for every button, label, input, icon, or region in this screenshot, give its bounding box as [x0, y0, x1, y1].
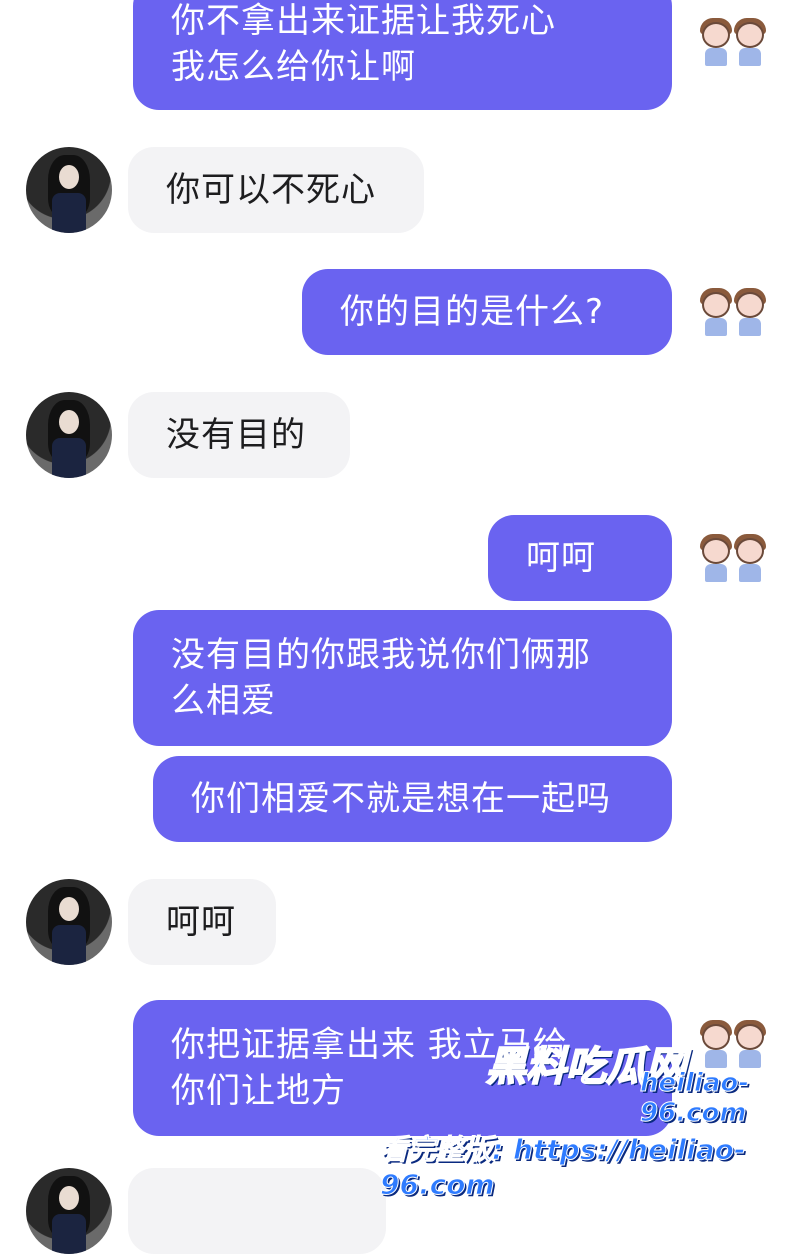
message-bubble-outgoing[interactable]: 没有目的你跟我说你们俩那 么相爱	[133, 610, 672, 746]
message-bubble-outgoing[interactable]: 呵呵	[488, 515, 672, 601]
self-avatar-icon[interactable]	[696, 270, 772, 346]
chat-view: 你不拿出来证据让我死心 我怎么给你让啊 你可以不死心 你的目的是什么? 没有目的…	[0, 0, 800, 1254]
friend-avatar-icon[interactable]	[26, 147, 112, 233]
message-bubble-outgoing[interactable]: 你的目的是什么?	[302, 269, 672, 355]
message-bubble-incoming[interactable]: 没有目的	[128, 392, 350, 478]
friend-avatar-icon[interactable]	[26, 1168, 112, 1254]
message-bubble-outgoing[interactable]: 你不拿出来证据让我死心 我怎么给你让啊	[133, 0, 672, 110]
message-bubble-incoming[interactable]: 呵呵	[128, 879, 276, 965]
self-avatar-icon[interactable]	[696, 1002, 772, 1078]
message-bubble-outgoing[interactable]: 你们相爱不就是想在一起吗	[153, 756, 672, 842]
self-avatar-icon[interactable]	[696, 516, 772, 592]
friend-avatar-icon[interactable]	[26, 392, 112, 478]
message-bubble-incoming[interactable]: 你可以不死心	[128, 147, 424, 233]
watermark-url: heiliao-96.com	[640, 1068, 750, 1129]
watermark-bottom-link: 看完整版: https://heiliao-96.com	[380, 1133, 746, 1202]
message-bubble-incoming-partial[interactable]	[128, 1168, 386, 1254]
friend-avatar-icon[interactable]	[26, 879, 112, 965]
self-avatar-icon[interactable]	[696, 0, 772, 76]
